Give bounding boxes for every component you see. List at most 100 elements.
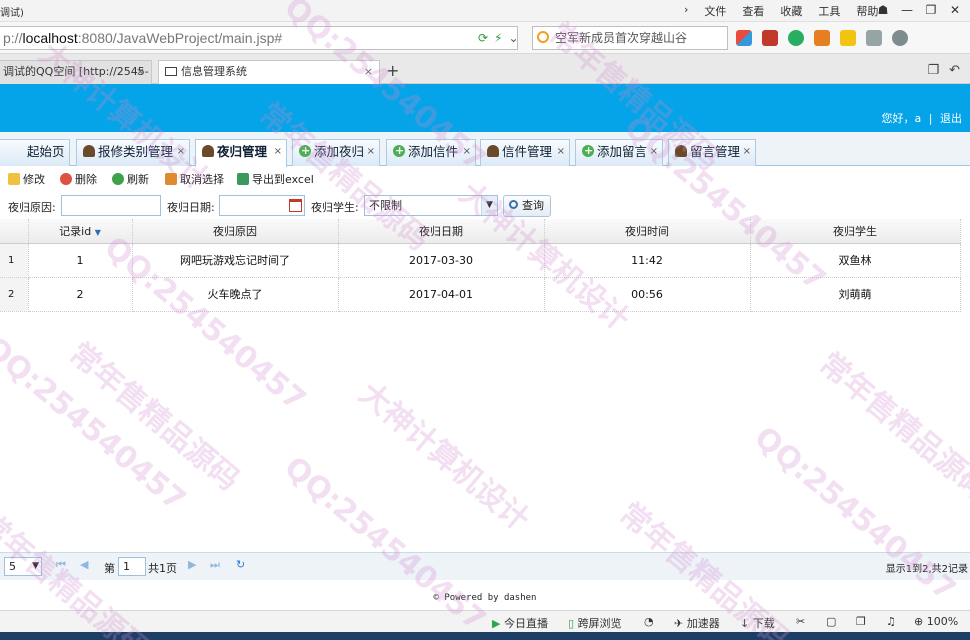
tab-home[interactable]: 起始页	[0, 139, 70, 166]
split-screen-button[interactable]: ▯ 跨屏浏览	[568, 615, 622, 631]
page-icon[interactable]: ▢	[826, 615, 836, 628]
speed-button[interactable]: ✈ 加速器	[674, 615, 720, 631]
cancel-select-button[interactable]: 取消选择	[165, 171, 224, 187]
volume-icon[interactable]: ♫	[886, 615, 896, 628]
student-selected-value: 不限制	[369, 199, 402, 212]
close-icon[interactable]: ×	[274, 140, 282, 164]
column-header-date[interactable]: 夜归日期	[338, 219, 545, 244]
menu-file[interactable]: 文件	[696, 3, 734, 19]
close-icon[interactable]: ×	[557, 140, 565, 164]
puzzle-icon[interactable]	[840, 30, 856, 46]
last-page-icon[interactable]: ⏭	[210, 558, 220, 572]
close-icon[interactable]: ×	[463, 140, 471, 164]
live-label: 今日直播	[503, 617, 548, 630]
watermark-text: 常年售精品源码	[812, 346, 970, 508]
delete-button[interactable]: 删除	[60, 171, 97, 187]
close-icon[interactable]: ×	[367, 140, 375, 164]
calendar-icon[interactable]	[289, 199, 302, 212]
zoom-label: 100%	[926, 615, 959, 628]
prev-page-icon[interactable]: ◀	[80, 558, 88, 571]
refresh-icon[interactable]: ⟳	[478, 31, 488, 45]
tab-letter-management[interactable]: 信件管理 ×	[480, 139, 570, 166]
phone-icon: ▯	[568, 617, 575, 630]
menu-chevron-icon[interactable]: ›	[676, 3, 696, 19]
tab-add-message[interactable]: 添加留言 ×	[575, 139, 663, 166]
chevron-down-icon[interactable]: ⌄	[509, 31, 519, 45]
skin-icon[interactable]: ☗	[872, 2, 894, 18]
date-input[interactable]	[219, 195, 305, 216]
minimize-button[interactable]: —	[896, 2, 918, 18]
edit-label: 修改	[23, 173, 45, 186]
separator: |	[928, 112, 933, 125]
tab-night-return[interactable]: 夜归管理 ×	[195, 139, 287, 167]
tab-label: 留言管理	[690, 144, 741, 159]
maximize-button[interactable]: ❐	[920, 2, 942, 18]
play-icon: ▶	[492, 617, 501, 630]
column-header-id[interactable]: 记录id ▼	[28, 219, 133, 244]
chevron-down-icon[interactable]: ▼	[32, 558, 39, 575]
page-size-select[interactable]: 5 ▼	[4, 557, 42, 576]
tab-add-night-return[interactable]: 添加夜归 ×	[292, 139, 380, 166]
apps-icon[interactable]	[736, 30, 752, 46]
reload-page-icon[interactable]: ↻	[236, 558, 245, 571]
column-header-label: 夜归日期	[419, 224, 463, 238]
menu-tools[interactable]: 工具	[810, 3, 848, 19]
security-icon[interactable]	[788, 30, 804, 46]
page-total: 共1页	[148, 562, 177, 575]
cut-icon[interactable]: ✂	[796, 615, 805, 628]
refresh-button[interactable]: 刷新	[112, 171, 149, 187]
close-icon[interactable]: ×	[136, 61, 145, 83]
browser-menu: › 文件 查看 收藏 工具 帮助	[676, 3, 886, 19]
tools-icon[interactable]: ◔	[644, 615, 654, 628]
chevron-down-icon[interactable]: ▼	[481, 196, 497, 215]
menu-favorites[interactable]: 收藏	[772, 3, 810, 19]
screenshot-icon[interactable]	[866, 30, 882, 46]
lightning-icon[interactable]: ⚡	[494, 31, 502, 45]
column-header-student[interactable]: 夜归学生	[750, 219, 961, 244]
column-header-reason[interactable]: 夜归原因	[132, 219, 339, 244]
close-icon[interactable]: ×	[364, 61, 373, 83]
tab-message-management[interactable]: 留言管理 ×	[668, 139, 756, 166]
menu-view[interactable]: 查看	[734, 3, 772, 19]
cell-student: 刘萌萌	[750, 277, 961, 312]
reason-input[interactable]	[61, 195, 161, 216]
next-page-icon[interactable]: ▶	[188, 558, 196, 571]
tab-label: 添加留言	[597, 144, 648, 159]
tab-list-icon[interactable]: ❐	[927, 63, 939, 78]
close-window-button[interactable]: ✕	[944, 2, 966, 18]
cell-id: 2	[28, 277, 133, 312]
close-icon[interactable]: ×	[177, 140, 185, 164]
browser-tab-system[interactable]: 信息管理系统 ×	[158, 60, 380, 84]
zoom-control[interactable]: ⊕ 100%	[914, 615, 958, 628]
speed-label: 加速器	[686, 617, 720, 630]
logout-link[interactable]: 退出	[940, 112, 962, 125]
tab-repair-category[interactable]: 报修类别管理 ×	[76, 139, 190, 166]
table-row[interactable]: 2 2 火车晚点了 2017-04-01 00:56 刘萌萌	[0, 277, 961, 312]
new-tab-button[interactable]: +	[386, 61, 399, 80]
url-input[interactable]: p://localhost:8080/JavaWebProject/main.j…	[0, 26, 518, 50]
undo-close-icon[interactable]: ↶	[949, 63, 960, 78]
search-input[interactable]: 空军新成员首次穿越山谷	[532, 26, 728, 50]
tab-add-letter[interactable]: 添加信件 ×	[386, 139, 476, 166]
close-icon[interactable]: ×	[650, 140, 658, 164]
edit-button[interactable]: 修改	[8, 171, 45, 187]
live-button[interactable]: ▶ 今日直播	[492, 615, 548, 631]
find-icon[interactable]	[892, 30, 908, 46]
date-label: 夜归日期:	[167, 201, 215, 214]
shield-icon[interactable]	[762, 30, 778, 46]
close-icon[interactable]: ×	[743, 140, 751, 164]
tab-label: 添加信件	[408, 144, 459, 159]
page-footer: © Powered by dashen	[433, 593, 537, 603]
ad-block-icon[interactable]	[814, 30, 830, 46]
table-row[interactable]: 1 1 网吧玩游戏忘记时间了 2017-03-30 11:42 双鱼林	[0, 243, 961, 278]
window-icon[interactable]: ❐	[856, 615, 866, 628]
export-button[interactable]: 导出到excel	[237, 171, 314, 187]
browser-menubar: 调试) › 文件 查看 收藏 工具 帮助 ☗ — ❐ ✕	[0, 0, 970, 22]
column-header-time[interactable]: 夜归时间	[544, 219, 751, 244]
query-button[interactable]: 查询	[503, 195, 551, 217]
student-select[interactable]: 不限制 ▼	[364, 195, 498, 216]
first-page-icon[interactable]: ⏮	[56, 558, 66, 572]
browser-tab-qzone[interactable]: 调试的QQ空间 [http://2545- ×	[0, 60, 152, 84]
download-button[interactable]: ↓ 下载	[740, 615, 775, 631]
page-number-input[interactable]: 1	[118, 557, 146, 576]
